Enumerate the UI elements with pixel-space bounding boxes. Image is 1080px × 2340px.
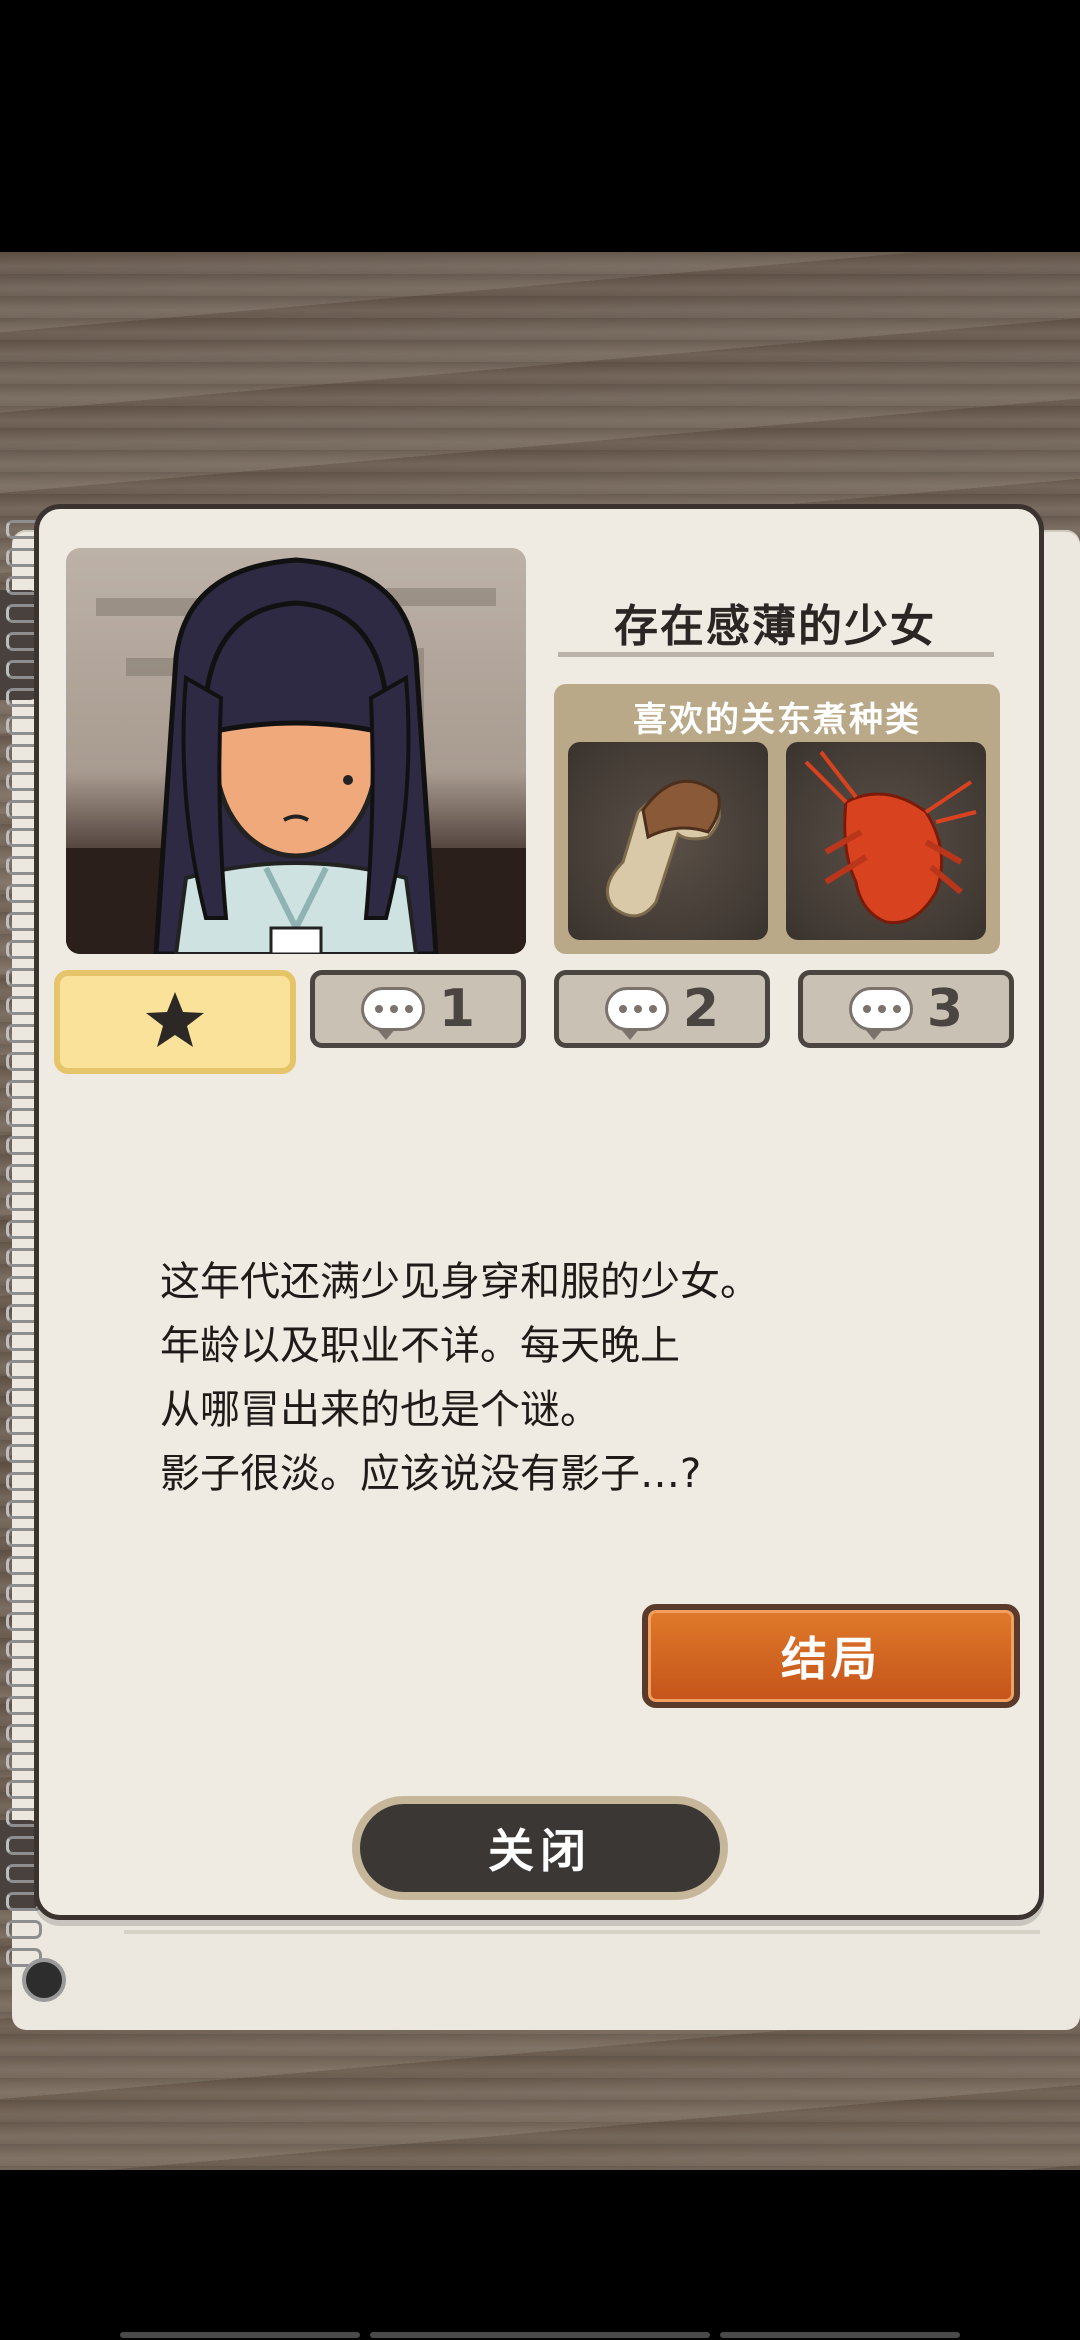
tab-number: 2 — [682, 979, 720, 1039]
tab-number: 3 — [926, 979, 964, 1039]
description-line: 年龄以及职业不详。每天晚上 — [160, 1323, 680, 1369]
tab-dialogue-3[interactable]: 3 — [798, 970, 1014, 1048]
ending-button[interactable]: 结局 — [642, 1604, 1020, 1708]
description-line: 影子很淡。应该说没有影子…? — [160, 1451, 702, 1497]
description-line: 从哪冒出来的也是个谜。 — [160, 1387, 600, 1433]
lobster-icon[interactable] — [786, 742, 986, 940]
name-underline — [558, 652, 994, 657]
system-nav-bar — [120, 2332, 360, 2338]
notebook-line — [124, 1930, 1040, 1934]
tab-profile[interactable] — [54, 970, 296, 1074]
favorite-oden-title: 喜欢的关东煮种类 — [633, 700, 921, 740]
ring-hole — [22, 1958, 66, 2002]
tab-dialogue-2[interactable]: 2 — [554, 970, 770, 1048]
description-line: 这年代还满少见身穿和服的少女。 — [160, 1259, 760, 1305]
character-name: 存在感薄的少女 — [614, 601, 936, 652]
close-button[interactable]: 关闭 — [352, 1796, 728, 1900]
character-portrait — [66, 548, 526, 954]
tab-number: 1 — [438, 979, 476, 1039]
character-description: 这年代还满少见身穿和服的少女。 年龄以及职业不详。每天晚上 从哪冒出来的也是个谜… — [160, 1250, 960, 1506]
speech-bubble-icon — [848, 987, 913, 1040]
notebook-ring — [6, 1920, 42, 1939]
system-nav-bar — [720, 2332, 960, 2338]
speech-bubble-icon — [604, 987, 669, 1040]
speech-bubble-icon — [360, 987, 425, 1040]
system-nav-bar — [370, 2332, 710, 2338]
tab-dialogue-1[interactable]: 1 — [310, 970, 526, 1048]
star-icon — [144, 990, 206, 1054]
matsutake-mushroom-icon[interactable] — [568, 742, 768, 940]
